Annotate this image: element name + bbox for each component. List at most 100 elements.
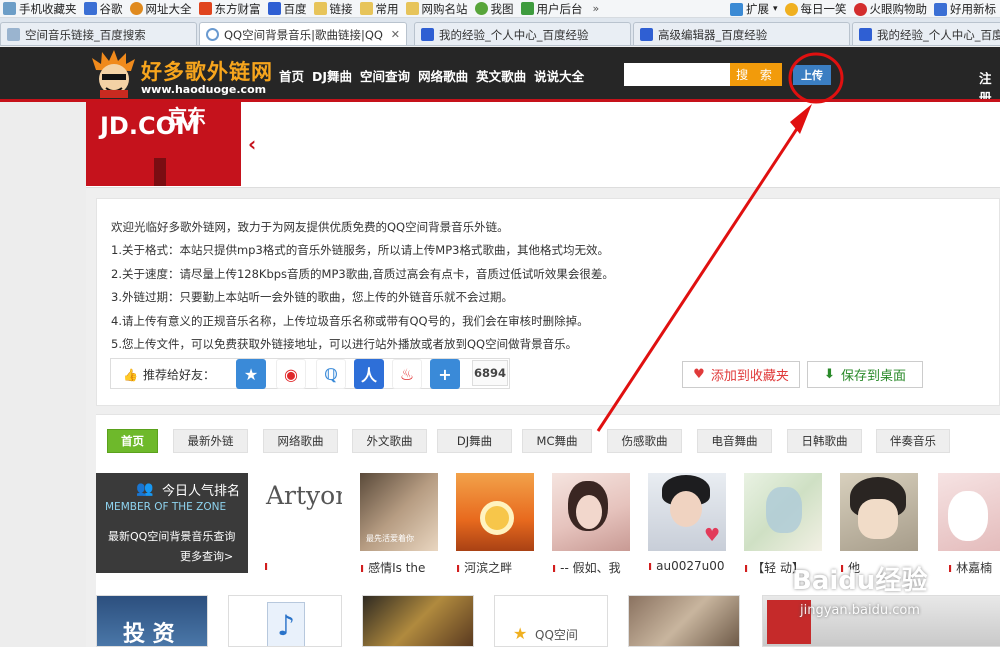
notice-line: 4.请上传有意义的正规音乐名称，上传垃圾音乐名称或带有QQ号的，我们会在审核时删… — [111, 314, 589, 328]
jd-logo[interactable]: JD.COM 京东 — [86, 102, 241, 186]
banner-prev-arrow[interactable]: ‹ — [248, 132, 256, 156]
site-logo-title[interactable]: 好多歌外链网 — [141, 56, 273, 86]
phone-icon — [3, 2, 16, 15]
baidu-paw-icon — [640, 28, 653, 41]
bookmark-eastmoney[interactable]: 东方财富 — [196, 0, 265, 17]
music-thumb[interactable]: 最先活爱着你 — [360, 473, 438, 551]
bookmark-baidu[interactable]: 百度 — [265, 0, 311, 17]
category-tab-latest[interactable]: 最新外链 — [173, 429, 248, 453]
category-tab-dj[interactable]: DJ舞曲 — [437, 429, 512, 453]
search-input[interactable] — [624, 63, 730, 86]
music-caption[interactable]: ı 林嘉楠 — [948, 559, 1000, 576]
bookmark-url-directory[interactable]: 网址大全 — [127, 0, 196, 17]
tab-my-experience-2[interactable]: 我的经验_个人中心_百度经验 — [852, 22, 1000, 45]
renren-share-icon[interactable]: 人 — [354, 359, 384, 389]
extensions-button[interactable]: 扩展 ▾ — [727, 0, 782, 17]
site-logo-url: www.haoduoge.com — [141, 83, 267, 96]
category-tab-mc[interactable]: MC舞曲 — [522, 429, 592, 453]
dropdown-caret-icon: ▾ — [772, 4, 778, 14]
close-tab-icon[interactable]: ✕ — [391, 28, 400, 41]
music-thumb[interactable]: ♥ — [648, 473, 726, 551]
search-button[interactable]: 搜 索 — [730, 63, 782, 86]
music-caption[interactable]: ı -- 假如、我 — [552, 559, 632, 576]
plus-square-icon — [520, 2, 534, 15]
music-thumb[interactable] — [840, 473, 918, 551]
bookmarks-right: 扩展 ▾ 每日一笑 火眼购物助 好用新标 — [726, 0, 1000, 17]
category-tab-home[interactable]: 首页 — [107, 429, 158, 453]
add-favorite-button[interactable]: ♥ 添加到收藏夹 — [682, 361, 800, 388]
tab-advanced-editor[interactable]: 高级编辑器_百度经验 — [633, 22, 850, 45]
music-caption[interactable]: ı 感情Is the — [360, 559, 440, 576]
category-tab-edm[interactable]: 电音舞曲 — [697, 429, 772, 453]
nav-dj[interactable]: DJ舞曲 — [312, 66, 352, 85]
red-marker-icon: ı — [744, 561, 749, 575]
netease-share-icon[interactable]: ♨ — [392, 359, 422, 389]
category-tab-jpkr[interactable]: 日韩歌曲 — [787, 429, 862, 453]
qzone-share-icon[interactable]: ★ — [236, 359, 266, 389]
nav-network-songs[interactable]: 网络歌曲 — [418, 66, 468, 85]
tab-qq-music[interactable]: QQ空间背景音乐|歌曲链接|QQ ✕ — [199, 22, 407, 45]
more-share-icon[interactable]: + — [430, 359, 460, 389]
red-marker-icon: ı — [552, 561, 557, 575]
flower-illustration — [766, 487, 802, 533]
nav-english-songs[interactable]: 英文歌曲 — [476, 66, 526, 85]
bookmark-user-admin[interactable]: 用户后台 — [518, 0, 587, 17]
category-tab-sad[interactable]: 伤感歌曲 — [607, 429, 682, 453]
loading-spinner-icon — [206, 28, 219, 41]
bookmark-folder-common[interactable]: 常用 — [357, 0, 403, 17]
tencent-weibo-share-icon[interactable]: ℚ — [316, 359, 346, 389]
weibo-share-icon[interactable]: ◉ — [276, 359, 306, 389]
upload-button[interactable]: 上传 — [793, 65, 831, 85]
snail-illustration — [480, 501, 514, 535]
mascot-logo-icon[interactable] — [92, 50, 136, 98]
download-arrow-icon: ⬇ — [824, 367, 835, 382]
music-caption[interactable]: ı — [264, 559, 344, 573]
save-desktop-button[interactable]: ⬇ 保存到桌面 — [807, 361, 923, 388]
grid-icon — [729, 2, 743, 16]
jd-mascot-icon — [154, 158, 166, 186]
music-tile[interactable] — [628, 595, 740, 647]
category-tab-foreign[interactable]: 外文歌曲 — [352, 429, 427, 453]
nav-shuoshuo[interactable]: 说说大全 — [534, 66, 584, 85]
red-marker-icon: ı — [948, 561, 953, 575]
red-marker-icon: ı — [360, 561, 365, 575]
notice-line: 2.关于速度：请尽量上传128Kbps音质的MP3歌曲,音质过高会有点卡，音质过… — [111, 267, 614, 281]
bookmark-mobile-favorites[interactable]: 手机收藏夹 — [0, 0, 81, 17]
category-tab-network[interactable]: 网络歌曲 — [263, 429, 338, 453]
new-tab-tool-button[interactable]: 好用新标 — [931, 0, 1000, 17]
music-caption[interactable]: ı au0027u00 — [648, 559, 728, 573]
shopping-assistant-button[interactable]: 火眼购物助 — [851, 0, 932, 17]
baidu-paw-icon — [859, 28, 872, 41]
daily-joke-button[interactable]: 每日一笑 — [782, 0, 851, 17]
tab-my-experience-1[interactable]: 我的经验_个人中心_百度经验 — [414, 22, 631, 45]
category-tab-karaoke[interactable]: 伴奏音乐 — [876, 429, 950, 453]
notice-line: 5.您上传文件，可以免费获取外链接地址，可以进行站外播放或者放到QQ空间做背景音… — [111, 337, 578, 351]
music-tile[interactable]: ★ QQ空间 — [494, 595, 608, 647]
music-tile[interactable] — [362, 595, 474, 647]
bookmark-folder-links[interactable]: 链接 — [311, 0, 357, 17]
music-caption[interactable]: ı 河滨之畔 — [456, 559, 536, 576]
bookmark-folder-shopping[interactable]: 网购名站 — [403, 0, 472, 17]
music-thumb[interactable]: Artyom — [264, 473, 342, 551]
bookmark-google[interactable]: 谷歌 — [81, 0, 127, 17]
portrait-face — [670, 491, 702, 527]
music-thumb[interactable] — [552, 473, 630, 551]
music-tile[interactable]: ♪ — [228, 595, 342, 647]
bookmarks-more-chevron[interactable]: » — [587, 2, 606, 15]
tab-music-link-search[interactable]: 空间音乐链接_百度搜索 — [0, 22, 197, 45]
rank-panel[interactable]: 👥 今日人气排名 MEMBER OF THE ZONE 最新QQ空间背景音乐查询… — [96, 473, 248, 573]
music-thumb[interactable] — [456, 473, 534, 551]
baidu-watermark: Baidu经验 — [792, 566, 928, 596]
bookmark-wotu[interactable]: 我图 — [472, 0, 518, 17]
folder-icon — [313, 2, 327, 15]
music-thumb[interactable] — [938, 473, 1000, 551]
music-file-icon: ♪ — [267, 602, 305, 646]
rank-more-link[interactable]: 更多查询> — [180, 548, 233, 564]
folder-icon — [359, 2, 373, 15]
anime-face — [858, 499, 898, 539]
music-tile[interactable]: 投 资 — [96, 595, 208, 647]
nav-home[interactable]: 首页 — [279, 66, 304, 85]
notice-line: 欢迎光临好多歌外链网，致力于为网友提供优质免费的QQ空间背景音乐外链。 — [111, 220, 509, 234]
music-thumb[interactable] — [744, 473, 822, 551]
nav-space-query[interactable]: 空间查询 — [360, 66, 410, 85]
